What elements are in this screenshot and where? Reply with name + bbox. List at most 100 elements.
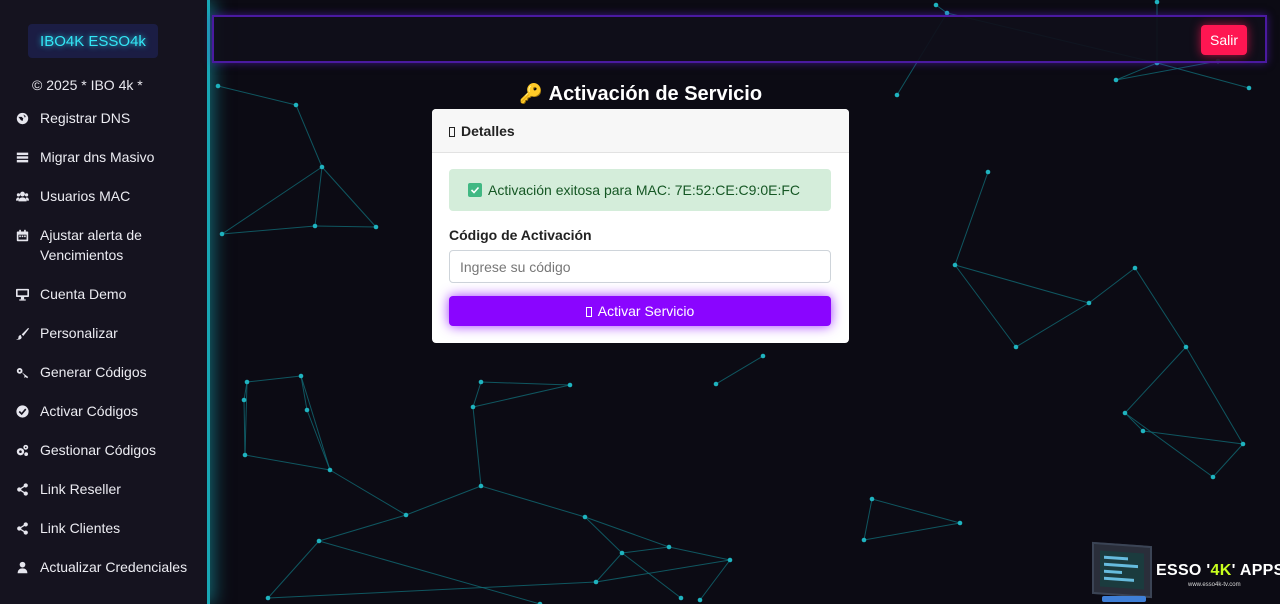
network-line	[1015, 302, 1090, 348]
network-node	[593, 579, 599, 585]
monitor-icon	[1092, 541, 1152, 599]
network-line	[480, 485, 586, 518]
gears-icon	[16, 440, 40, 460]
network-line	[243, 399, 246, 456]
network-node	[861, 537, 867, 543]
network-line	[871, 498, 961, 524]
network-node	[298, 373, 304, 379]
network-line	[863, 498, 873, 541]
network-line	[621, 546, 670, 554]
network-line	[267, 540, 320, 599]
network-node	[985, 169, 991, 175]
logout-button[interactable]: Salir	[1201, 25, 1247, 55]
logo-subtitle: www.esso4k-tv.com	[1188, 582, 1241, 588]
activation-code-input[interactable]	[449, 250, 831, 283]
sidebar-item-label: Link Clientes	[40, 520, 121, 536]
network-line	[954, 264, 1017, 348]
network-line	[1115, 62, 1158, 81]
network-node	[304, 407, 310, 413]
network-line	[668, 546, 731, 561]
network-node	[244, 379, 250, 385]
sidebar-item-label: Usuarios MAC	[40, 188, 131, 204]
check-circle-icon	[16, 401, 40, 421]
network-node	[215, 83, 221, 89]
sidebar-item-generar-codigos[interactable]: Generar Códigos	[0, 362, 207, 382]
network-line	[699, 559, 731, 601]
network-line	[472, 384, 571, 408]
network-line	[217, 85, 297, 106]
monitor-stand	[1102, 596, 1146, 602]
sidebar-item-link-reseller[interactable]: Link Reseller	[0, 479, 207, 499]
network-line	[314, 225, 377, 228]
network-line	[1212, 443, 1244, 478]
sidebar-item-cuenta-demo[interactable]: Cuenta Demo	[0, 284, 207, 304]
network-line	[472, 381, 482, 408]
brand-logo[interactable]: IBO4K ESSO4k	[28, 24, 158, 58]
network-line	[584, 516, 623, 554]
brand-name: IBO4K ESSO4k	[40, 32, 146, 50]
sidebar-item-label: Cuenta Demo	[40, 286, 127, 302]
esso-4k-apps-logo: ESSO '4K' APPS www.esso4k-tv.com	[1090, 541, 1280, 604]
network-line	[472, 406, 482, 487]
network-node	[1013, 344, 1019, 350]
checkbox-checked-icon	[468, 183, 482, 197]
network-line	[1156, 62, 1250, 89]
network-node	[619, 550, 625, 556]
network-node	[312, 223, 318, 229]
network-node	[582, 514, 588, 520]
network-node	[316, 538, 322, 544]
sidebar-item-usuarios-mac[interactable]: Usuarios MAC	[0, 186, 207, 206]
sidebar-item-migrar-dns[interactable]: Migrar dns Masivo	[0, 147, 207, 167]
network-node	[478, 379, 484, 385]
network-line	[321, 166, 377, 228]
sidebar-item-label: Migrar dns Masivo	[40, 149, 155, 165]
activate-service-button[interactable]: Activar Servicio	[449, 296, 831, 326]
copyright: © 2025 * IBO 4k *	[32, 77, 143, 93]
network-line	[863, 522, 961, 541]
network-node	[319, 164, 325, 170]
network-line	[954, 171, 989, 266]
logo-text-highlight: 4K	[1210, 562, 1232, 579]
sidebar-item-label: Gestionar Códigos	[40, 442, 156, 458]
share-icon	[16, 479, 40, 499]
network-node	[327, 467, 333, 473]
sidebar-item-label: Ajustar alerta de Vencimientos	[40, 227, 142, 263]
network-line	[1124, 412, 1144, 432]
network-line	[954, 264, 1090, 304]
network-node	[1154, 0, 1160, 5]
desktop-icon	[16, 284, 40, 304]
network-line	[584, 516, 670, 548]
network-line	[221, 225, 316, 235]
sidebar-item-ajustar-alerta[interactable]: Ajustar alerta de Vencimientos	[0, 225, 207, 265]
network-line	[246, 375, 302, 383]
sidebar-item-label: Activar Códigos	[40, 403, 139, 419]
network-node	[373, 224, 379, 230]
sidebar-item-personalizar[interactable]: Personalizar	[0, 323, 207, 343]
network-line	[300, 375, 331, 471]
sidebar-item-link-clientes[interactable]: Link Clientes	[0, 518, 207, 538]
network-node	[869, 496, 875, 502]
network-line	[318, 540, 541, 604]
network-line	[244, 454, 331, 471]
network-line	[1088, 267, 1136, 304]
network-node	[1122, 410, 1128, 416]
network-node	[1113, 77, 1119, 83]
network-node	[894, 92, 900, 98]
sidebar-item-label: Generar Códigos	[40, 364, 147, 380]
network-node	[219, 231, 225, 237]
globe-icon	[16, 108, 40, 128]
network-node	[1132, 265, 1138, 271]
network-node	[241, 397, 247, 403]
sidebar-item-activar-codigos[interactable]: Activar Códigos	[0, 401, 207, 421]
activation-card: Detalles Activación exitosa para MAC: 7E…	[432, 109, 849, 343]
sidebar-item-gestionar-codigos[interactable]: Gestionar Códigos	[0, 440, 207, 460]
network-node	[478, 483, 484, 489]
network-line	[595, 559, 731, 583]
activation-code-label: Código de Activación	[449, 227, 592, 243]
sidebar-item-actualizar-credenciales[interactable]: Actualizar Credenciales	[0, 557, 207, 577]
share-icon	[16, 518, 40, 538]
network-node	[403, 512, 409, 518]
sidebar-item-registrar-dns[interactable]: Registrar DNS	[0, 108, 207, 128]
missing-glyph-icon	[585, 307, 592, 317]
network-line	[318, 514, 407, 542]
